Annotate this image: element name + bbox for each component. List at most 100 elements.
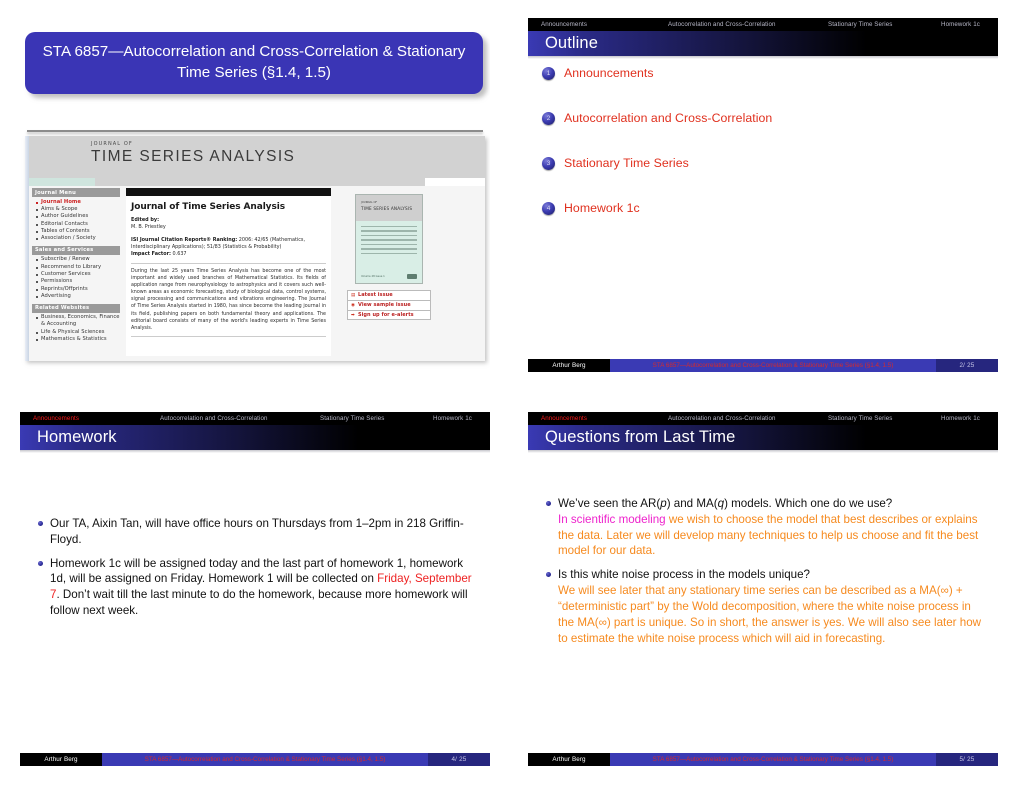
nav-item-homework[interactable]: Homework 1c	[941, 21, 980, 28]
impact-factor-label: Impact Factor:	[131, 251, 171, 258]
outline-item-label: Stationary Time Series	[564, 156, 689, 170]
journal-menu-item[interactable]: Aims & Scope	[36, 206, 120, 213]
nav-item-announcements[interactable]: Announcements	[541, 21, 587, 28]
outline-list: 1 Announcements 2 Autocorrelation and Cross…	[528, 66, 998, 246]
bullet-dot-icon	[38, 560, 43, 566]
journal-link-view-sample-issue[interactable]: ◉ View sample issue	[347, 299, 431, 310]
journal-menu-item[interactable]: Recommend to Library	[36, 264, 120, 271]
outline-item-label: Homework 1c	[564, 201, 640, 215]
nav-item-stationary[interactable]: Stationary Time Series	[320, 415, 384, 422]
journal-menu-item[interactable]: Customer Services	[36, 271, 120, 278]
nav-item-stationary[interactable]: Stationary Time Series	[828, 21, 892, 28]
journal-masthead-title: TIME SERIES ANALYSIS	[91, 148, 296, 165]
journal-link-label: Latest issue	[358, 292, 393, 299]
bullet-dot-icon	[546, 501, 551, 506]
eye-icon: ◉	[351, 302, 355, 308]
journal-menu-item[interactable]: Subscribe / Renew	[36, 256, 120, 263]
footer-title: STA 6857—Autocorrelation and Cross-Corre…	[610, 359, 936, 372]
impact-factor-value: 0.637	[172, 251, 187, 258]
journal-of-label: JOURNAL OF	[91, 141, 133, 147]
slide-footer: Arthur Berg STA 6857—Autocorrelation and…	[20, 753, 490, 766]
journal-sidebar: Journal Menu Journal Home Aims & Scope Auth…	[32, 188, 120, 347]
cover-masthead: JOURNAL OF TIME SERIES ANALYSIS	[356, 195, 422, 221]
bullet-item: Our TA, Aixin Tan, will have office hour…	[38, 516, 476, 548]
bullet-list: We’ve seen the AR(p) and MA(q) models. W…	[528, 496, 998, 654]
journal-menu-item[interactable]: Author Guidelines	[36, 213, 120, 220]
journal-description: During the last 25 years Time Series Ana…	[131, 268, 326, 332]
outline-item-3[interactable]: 3 Stationary Time Series	[528, 156, 998, 170]
title-divider	[27, 130, 483, 132]
journal-divider	[131, 262, 326, 264]
masthead-grey-bar	[95, 178, 425, 186]
navigation-bar[interactable]: Announcements Autocorrelation and Cross-…	[528, 412, 998, 425]
cover-journal-of: JOURNAL OF	[361, 201, 378, 204]
journal-header-bar	[126, 188, 331, 196]
nav-item-autocorrelation[interactable]: Autocorrelation and Cross-Correlation	[668, 21, 776, 28]
journal-menu-item[interactable]: Permissions	[36, 278, 120, 285]
edited-by-label: Edited by:	[131, 217, 160, 223]
journal-page-body: Journal Menu Journal Home Aims & Scope Auth…	[29, 186, 485, 361]
journal-divider-bottom	[131, 336, 326, 338]
journal-link-latest-issue[interactable]: ▤ Latest issue	[347, 290, 431, 300]
journal-menu-item[interactable]: Journal Home	[36, 199, 120, 206]
journal-right-column: JOURNAL OF TIME SERIES ANALYSIS Volume 2…	[339, 190, 439, 321]
frame-title-bar: Questions from Last Time	[528, 425, 998, 453]
journal-menu-item[interactable]: Advertising	[36, 293, 120, 300]
cover-toc-lines	[356, 221, 422, 255]
bullet-text-run: ) models. Which one do we use?	[724, 497, 893, 510]
journal-menu-item[interactable]: Mathematics & Statistics	[36, 336, 120, 343]
slide-outline: Announcements Autocorrelation and Cross-…	[528, 18, 998, 372]
nav-item-homework[interactable]: Homework 1c	[433, 415, 472, 422]
footer-author: Arthur Berg	[528, 753, 610, 766]
bullet-text: We’ve seen the AR(p) and MA(q) models. W…	[558, 496, 984, 559]
navigation-bar[interactable]: Announcements Autocorrelation and Cross-…	[528, 18, 998, 31]
bullet-text-run: ) and MA(	[666, 497, 718, 510]
nav-item-homework[interactable]: Homework 1c	[941, 415, 980, 422]
nav-item-autocorrelation[interactable]: Autocorrelation and Cross-Correlation	[668, 415, 776, 422]
cover-volume: Volume 28 Issue 1	[361, 275, 385, 278]
journal-screenshot: JOURNAL OF TIME SERIES ANALYSIS Journal …	[25, 136, 485, 361]
bullet-item: Is this white noise process in the model…	[546, 567, 984, 646]
bullet-text-run: . Don’t wait till the last minute to do …	[50, 588, 468, 618]
journal-quick-links: ▤ Latest issue ◉ View sample issue ➡ Sign up …	[347, 290, 431, 321]
outline-item-2[interactable]: 2 Autocorrelation and Cross-Correlation	[528, 111, 998, 125]
editor-name: M. B. Priestley	[131, 224, 166, 231]
outline-number-badge: 3	[542, 156, 555, 170]
journal-link-sign-up-for-e-alerts[interactable]: ➡ Sign up for e-alerts	[347, 309, 431, 321]
journal-menu-item[interactable]: Tables of Contents	[36, 228, 120, 235]
presentation-title: STA 6857—Autocorrelation and Cross-Corre…	[42, 43, 466, 81]
nav-item-announcements[interactable]: Announcements	[541, 415, 587, 422]
journal-link-label: View sample issue	[358, 302, 411, 309]
navigation-bar[interactable]: Announcements Autocorrelation and Cross-…	[20, 412, 490, 425]
journal-masthead: JOURNAL OF TIME SERIES ANALYSIS	[29, 136, 485, 178]
journal-menu-group: Subscribe / Renew Recommend to Library Cus…	[32, 256, 120, 300]
outline-item-1[interactable]: 1 Announcements	[528, 66, 998, 80]
page-icon: ▤	[351, 293, 356, 298]
slide-footer: Arthur Berg STA 6857—Autocorrelation and…	[528, 359, 998, 372]
journal-menu-header: Sales and Services	[32, 245, 120, 255]
nav-item-announcements[interactable]: Announcements	[33, 415, 79, 422]
journal-menu-item[interactable]: Association / Society	[36, 235, 120, 242]
bullet-text-run: Our TA, Aixin Tan, will have office hour…	[50, 517, 464, 546]
title-banner: STA 6857—Autocorrelation and Cross-Corre…	[25, 32, 483, 94]
outline-item-4[interactable]: 4 Homework 1c	[528, 201, 998, 215]
bullet-text-run: We’ve seen the AR(	[558, 497, 661, 510]
bullet-text-run: We will see later that any stationary ti…	[558, 584, 982, 645]
publisher-logo-icon	[407, 274, 417, 279]
journal-menu-item[interactable]: Business, Economics, Finance & Accountin…	[36, 314, 120, 329]
footer-page-number: 5/ 25	[936, 753, 998, 766]
journal-menu-item[interactable]: Editorial Contacts	[36, 221, 120, 228]
journal-menu-item[interactable]: Reprints/Offprints	[36, 286, 120, 293]
nav-item-stationary[interactable]: Stationary Time Series	[828, 415, 892, 422]
bullet-text-run: In scientific modeling	[558, 512, 666, 526]
cover-title: TIME SERIES ANALYSIS	[361, 206, 413, 211]
journal-menu-item[interactable]: Life & Physical Sciences	[36, 329, 120, 336]
bullet-text: Homework 1c will be assigned today and t…	[50, 556, 476, 619]
bullet-text: Is this white noise process in the model…	[558, 567, 984, 646]
bullet-item: We’ve seen the AR(p) and MA(q) models. W…	[546, 496, 984, 559]
nav-item-autocorrelation[interactable]: Autocorrelation and Cross-Correlation	[160, 415, 268, 422]
masthead-accent-bar	[29, 178, 95, 186]
outline-number-badge: 2	[542, 111, 555, 125]
footer-title: STA 6857—Autocorrelation and Cross-Corre…	[610, 753, 936, 766]
ranking-label: ISI Journal Citation Reports® Ranking:	[131, 237, 238, 244]
